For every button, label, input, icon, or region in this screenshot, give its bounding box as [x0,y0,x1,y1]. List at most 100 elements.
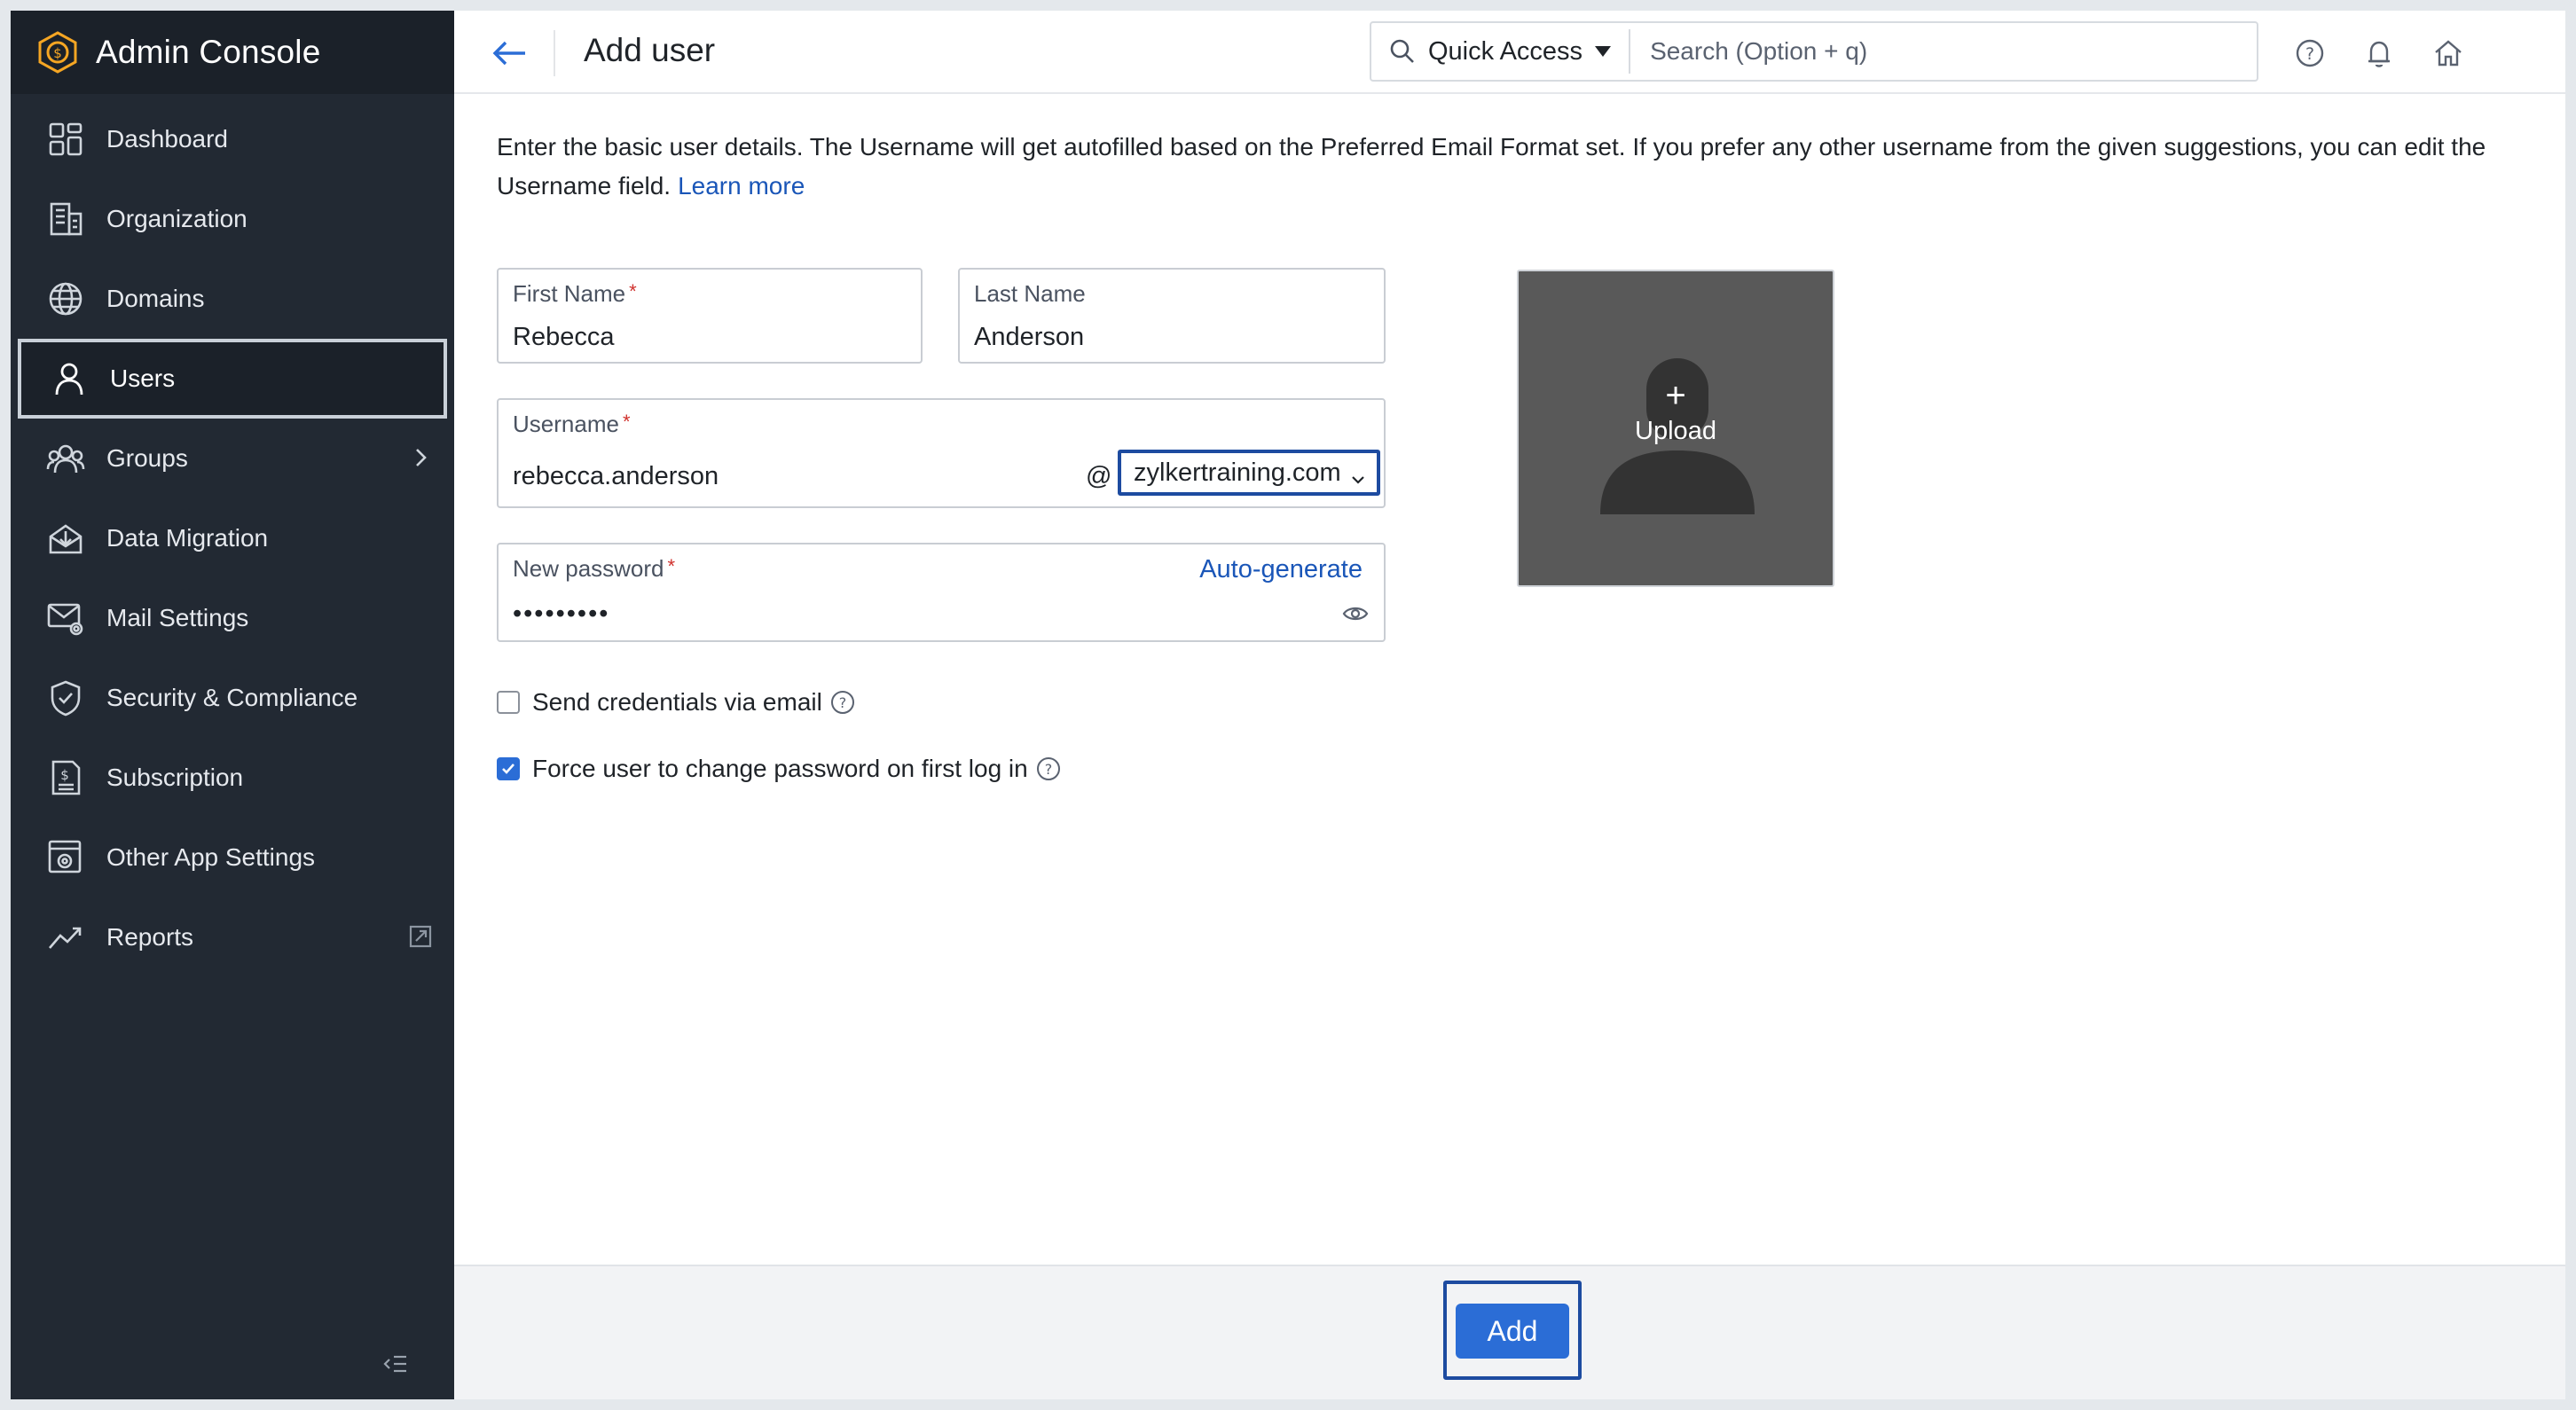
svg-text:?: ? [2305,44,2314,64]
topbar: Add user Quick Access ? 1 [454,11,2565,94]
username-label-text: Username [513,411,619,437]
intro-text: Enter the basic user details. The Userna… [497,128,2537,206]
upload-label: Upload [1635,417,1716,445]
first-name-input[interactable]: Rebecca [513,323,614,352]
building-icon [46,200,85,239]
password-input[interactable]: ••••••••• [513,599,609,629]
admin-console-logo-icon: $ [35,30,80,74]
sidebar-item-domains[interactable]: Domains [11,259,454,339]
sidebar-item-label: Data Migration [106,524,269,552]
main-content: Add user Quick Access ? 1 [454,11,2565,1399]
app-title: Admin Console [96,34,321,70]
help-icon[interactable]: ? [829,689,856,716]
help-icon[interactable]: ? [1035,756,1062,782]
send-credentials-label: Send credentials via email [532,688,822,716]
migration-icon [46,519,85,558]
last-name-input[interactable]: Anderson [974,323,1084,352]
username-input[interactable]: rebecca.anderson [513,462,719,491]
eye-icon[interactable] [1341,601,1370,626]
domain-select[interactable]: zylkertraining.com [1118,450,1380,496]
add-button-highlight: Add [1443,1281,1582,1380]
password-label-text: New password [513,555,664,582]
sidebar-item-users[interactable]: Users [18,339,447,419]
sidebar-item-label: Subscription [106,764,244,791]
sidebar-item-subscription[interactable]: $ Subscription [11,738,454,818]
app-settings-icon [46,838,85,877]
domain-value: zylkertraining.com [1134,458,1341,487]
force-change-option[interactable]: Force user to change password on first l… [497,755,1062,783]
sidebar-item-mail-settings[interactable]: Mail Settings [11,578,454,658]
sidebar-nav: Dashboard Organization Domains Users Gro… [11,94,454,977]
brand: $ Admin Console [11,11,454,94]
search-input[interactable] [1650,37,2183,66]
required-mark: * [667,555,676,577]
help-icon[interactable]: ? [2294,37,2326,69]
chevron-right-icon[interactable] [408,445,433,470]
sidebar-item-label: Domains [106,285,205,312]
svg-text:$: $ [60,767,69,783]
sidebar-item-label: Reports [106,923,194,951]
first-name-label: First Name * [513,280,637,308]
sidebar: $ Admin Console Dashboard Organization D… [11,11,454,1399]
back-arrow-icon[interactable] [490,35,529,71]
sidebar-item-label: Dashboard [106,125,228,153]
sidebar-item-security-compliance[interactable]: Security & Compliance [11,658,454,738]
app-window: $ Admin Console Dashboard Organization D… [11,11,2565,1399]
shield-icon [46,678,85,717]
last-name-field[interactable]: Last Name Anderson [958,268,1386,364]
at-sign: @ [1086,462,1112,490]
bell-icon[interactable] [2363,37,2395,69]
add-button[interactable]: Add [1456,1304,1569,1359]
sidebar-item-label: Users [110,364,176,392]
photo-upload[interactable]: + Upload [1517,270,1834,587]
chevron-down-icon [1350,466,1366,484]
form-footer: Add [454,1265,2565,1399]
first-name-label-text: First Name [513,280,626,307]
force-change-checkbox[interactable] [497,757,520,780]
plus-icon: + [1665,376,1686,415]
sidebar-item-dashboard[interactable]: Dashboard [11,99,454,179]
sidebar-item-other-app-settings[interactable]: Other App Settings [11,818,454,897]
user-icon [50,359,89,398]
reports-icon [46,918,85,957]
quick-access-dropdown[interactable]: Quick Access [1428,37,1583,67]
svg-text:?: ? [839,694,847,711]
sidebar-item-groups[interactable]: Groups [11,419,454,498]
sidebar-item-data-migration[interactable]: Data Migration [11,498,454,578]
first-name-field[interactable]: First Name * Rebecca [497,268,923,364]
svg-text:$: $ [53,45,62,61]
username-label: Username * [513,411,631,438]
password-field[interactable]: New password * Auto-generate ••••••••• [497,543,1386,642]
search-divider [1629,29,1631,74]
password-label: New password * [513,555,675,583]
topbar-divider [554,30,555,76]
send-credentials-checkbox[interactable] [497,691,520,714]
send-credentials-option[interactable]: Send credentials via email ? [497,688,856,717]
group-icon [46,439,85,478]
sidebar-item-label: Mail Settings [106,604,249,631]
username-field[interactable]: Username * rebecca.anderson @ zylkertrain… [497,398,1386,508]
svg-text:?: ? [1044,761,1052,778]
sidebar-item-label: Groups [106,444,188,472]
check-icon [502,764,514,774]
home-icon[interactable] [2432,37,2464,69]
learn-more-link[interactable]: Learn more [678,172,805,200]
auto-generate-link[interactable]: Auto-generate [1199,555,1363,584]
force-change-label: Force user to change password on first l… [532,755,1028,782]
sidebar-item-organization[interactable]: Organization [11,179,454,259]
required-mark: * [629,280,637,302]
search-bar: Quick Access [1370,21,2258,82]
search-icon [1389,38,1416,65]
external-link-icon[interactable] [408,924,433,949]
caret-down-icon[interactable] [1593,42,1613,61]
mail-settings-icon [46,599,85,638]
dashboard-icon [46,120,85,159]
sidebar-item-label: Organization [106,205,247,232]
page-title: Add user [584,32,716,68]
sidebar-item-reports[interactable]: Reports [11,897,454,977]
last-name-label: Last Name [974,280,1086,307]
sidebar-item-label: Security & Compliance [106,684,358,711]
globe-icon [46,279,85,318]
subscription-icon: $ [46,758,85,797]
collapse-sidebar-icon[interactable] [381,1350,410,1378]
